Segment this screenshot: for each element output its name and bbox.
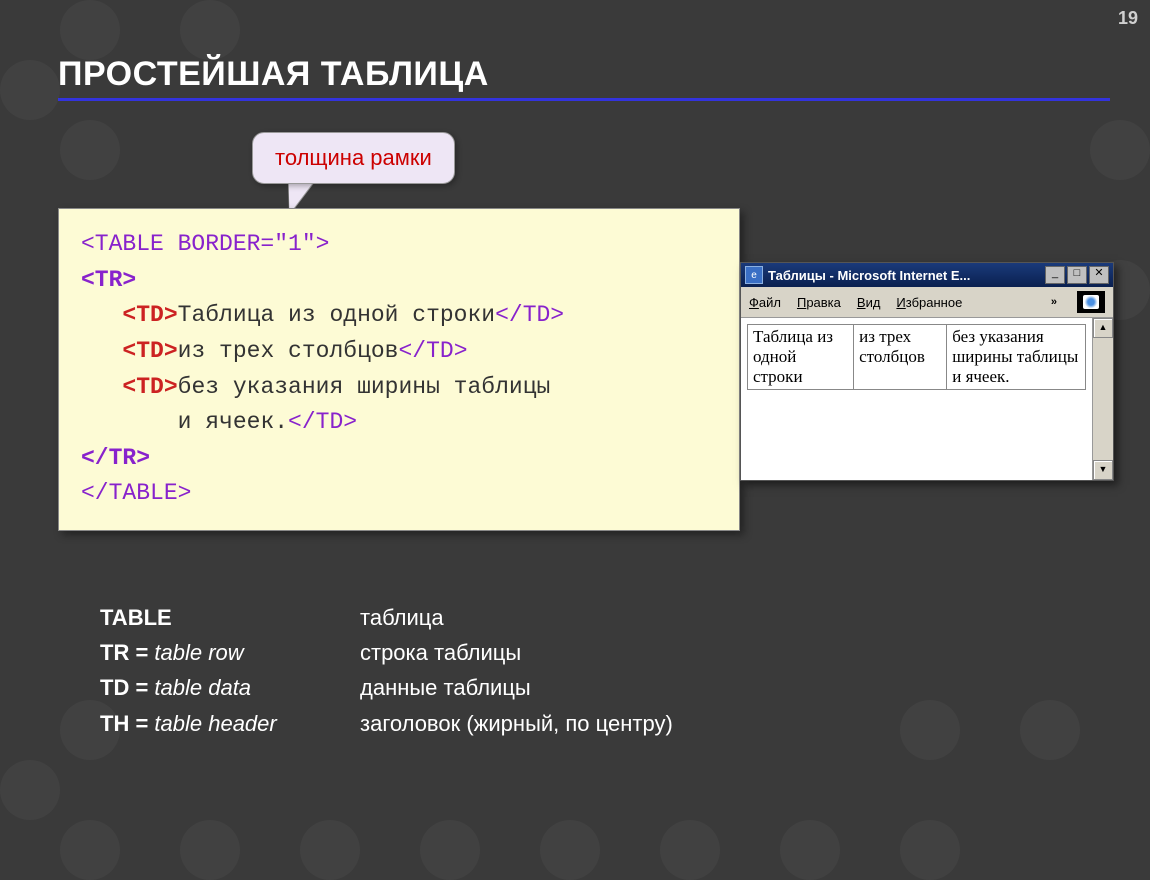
definitions-list: TABLE таблица TR = table row строка табл… bbox=[100, 600, 673, 741]
def-term-td-b: TD = bbox=[100, 675, 154, 700]
ie-window: e Таблицы - Microsoft Internet E... _ □ … bbox=[740, 262, 1114, 481]
scroll-up-button[interactable]: ▲ bbox=[1093, 318, 1113, 338]
menu-edit[interactable]: Правка bbox=[797, 295, 841, 310]
code-tag-td2-close: </TD> bbox=[398, 338, 467, 364]
code-tag-table-close: </TABLE> bbox=[81, 480, 191, 506]
def-row-tr: TR = table row строка таблицы bbox=[100, 635, 673, 670]
code-tag-td3-close: </TD> bbox=[288, 409, 357, 435]
menu-overflow[interactable]: » bbox=[1051, 296, 1057, 308]
ie-scrollbar[interactable]: ▲ ▼ bbox=[1092, 318, 1113, 480]
title-underline bbox=[58, 98, 1110, 101]
callout-bubble: толщина рамки bbox=[252, 132, 455, 184]
slide-number: 19 bbox=[1118, 8, 1138, 29]
def-term-td-i: table data bbox=[154, 675, 251, 700]
ie-logo-icon bbox=[1077, 291, 1105, 313]
def-term-th-b: TH = bbox=[100, 711, 154, 736]
code-tag-tr-open: <TR> bbox=[81, 267, 136, 293]
def-term-table: TABLE bbox=[100, 605, 172, 630]
table-cell-3: без указания ширины таблицы и ячеек. bbox=[947, 325, 1086, 390]
def-row-table: TABLE таблица bbox=[100, 600, 673, 635]
def-row-td: TD = table data данные таблицы bbox=[100, 670, 673, 705]
scroll-down-button[interactable]: ▼ bbox=[1093, 460, 1113, 480]
minimize-button[interactable]: _ bbox=[1045, 266, 1065, 284]
table-cell-1: Таблица из одной строки bbox=[748, 325, 854, 390]
code-tag-td1-close: </TD> bbox=[495, 302, 564, 328]
code-tag-tr-close: </TR> bbox=[81, 445, 150, 471]
table-cell-2: из трех столбцов bbox=[854, 325, 947, 390]
menu-view[interactable]: Вид bbox=[857, 295, 881, 310]
code-text-2: из трех столбцов bbox=[178, 338, 399, 364]
code-tag-table-open: <TABLE BORDER="1"> bbox=[81, 231, 329, 257]
close-button[interactable]: ✕ bbox=[1089, 266, 1109, 284]
code-tag-td3-open: <TD> bbox=[122, 374, 177, 400]
rendered-table: Таблица из одной строки из трех столбцов… bbox=[747, 324, 1086, 390]
def-desc-td: данные таблицы bbox=[360, 670, 531, 705]
code-text-1: Таблица из одной строки bbox=[178, 302, 495, 328]
table-row: Таблица из одной строки из трех столбцов… bbox=[748, 325, 1086, 390]
def-desc-tr: строка таблицы bbox=[360, 635, 521, 670]
def-desc-th: заголовок (жирный, по центру) bbox=[360, 706, 673, 741]
maximize-button[interactable]: □ bbox=[1067, 266, 1087, 284]
menu-favorites[interactable]: Избранное bbox=[896, 295, 962, 310]
def-desc-table: таблица bbox=[360, 600, 444, 635]
menu-file[interactable]: Файл bbox=[749, 295, 781, 310]
slide-title: ПРОСТЕЙШАЯ ТАБЛИЦА bbox=[58, 55, 489, 94]
def-term-th-i: table header bbox=[154, 711, 276, 736]
code-example: <TABLE BORDER="1"> <TR> <TD>Таблица из о… bbox=[58, 208, 740, 531]
def-term-tr-b: TR = bbox=[100, 640, 154, 665]
ie-titlebar: e Таблицы - Microsoft Internet E... _ □ … bbox=[741, 263, 1113, 287]
ie-app-icon: e bbox=[745, 266, 763, 284]
code-tag-td2-open: <TD> bbox=[122, 338, 177, 364]
ie-menubar: Файл Правка Вид Избранное » bbox=[741, 287, 1113, 318]
ie-content-area: Таблица из одной строки из трех столбцов… bbox=[741, 318, 1092, 480]
ie-window-title: Таблицы - Microsoft Internet E... bbox=[768, 268, 1045, 283]
code-text-3a: без указания ширины таблицы bbox=[178, 374, 551, 400]
code-tag-td1-open: <TD> bbox=[122, 302, 177, 328]
def-term-tr-i: table row bbox=[154, 640, 243, 665]
code-text-3b: и ячеек. bbox=[178, 409, 288, 435]
def-row-th: TH = table header заголовок (жирный, по … bbox=[100, 706, 673, 741]
